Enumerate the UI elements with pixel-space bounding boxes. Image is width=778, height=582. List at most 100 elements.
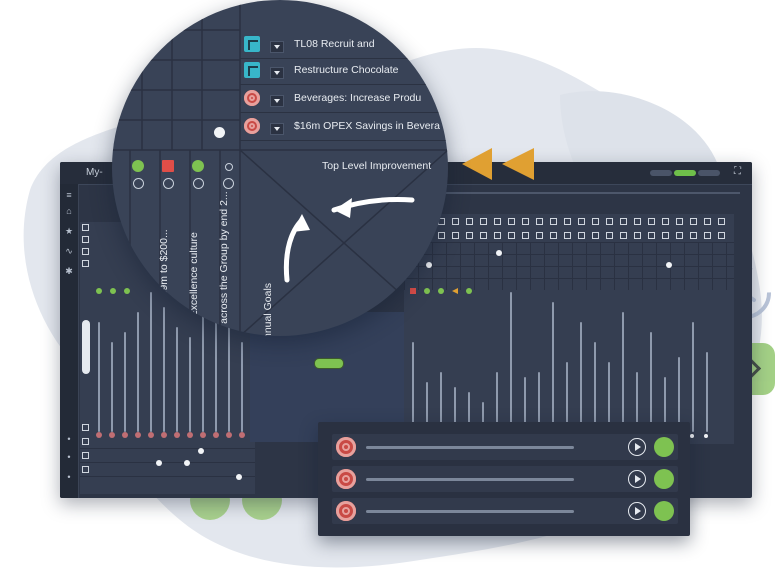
top-level-improvement-label: Top Level Improvement [322,160,432,172]
sidebar-dot-icon[interactable]: • [64,452,74,462]
chevron-up-icon[interactable] [133,178,144,189]
column-checkbox[interactable] [690,232,697,239]
menu-icon[interactable]: ≡ [64,190,74,200]
dropdown-caret-icon[interactable] [270,123,284,135]
target-icon [244,90,260,106]
play-icon[interactable] [628,438,646,456]
column-checkbox[interactable] [676,218,683,225]
column-checkbox[interactable] [480,232,487,239]
column-checkbox[interactable] [508,232,515,239]
sidebar-dot-icon[interactable]: • [64,434,74,444]
dropdown-caret-icon[interactable] [270,41,284,53]
trend-icon[interactable]: ∿ [64,246,74,256]
grid-line [614,242,615,290]
view-toggle-right[interactable] [698,170,720,176]
goal-row[interactable]: Restructure Chocolate [240,58,448,85]
drag-handle[interactable] [314,358,344,369]
column-checkbox[interactable] [452,218,459,225]
column-checkbox[interactable] [536,232,543,239]
dropdown-caret-icon[interactable] [270,95,284,107]
marker-dot [236,474,242,480]
row-checkbox[interactable] [82,452,89,459]
progress-line [366,446,574,449]
column-checkbox[interactable] [592,218,599,225]
dropdown-caret-icon[interactable] [270,67,284,79]
grid-line [80,462,255,463]
row-checkbox[interactable] [82,438,89,445]
column-checkbox[interactable] [606,218,613,225]
column-checkbox[interactable] [718,218,725,225]
sidebar-dot-icon[interactable]: • [64,472,74,482]
play-icon[interactable] [628,470,646,488]
status-dot [192,160,204,172]
row-checkbox[interactable] [82,424,89,431]
level-dot [135,432,141,438]
fullscreen-icon[interactable]: ⛶ [734,166,741,177]
column-checkbox[interactable] [704,232,711,239]
column-checkbox[interactable] [578,232,585,239]
column-checkbox[interactable] [452,232,459,239]
popup-row[interactable] [332,434,678,460]
status-dot [466,288,472,294]
grid-line [572,242,573,290]
column-checkbox[interactable] [494,218,501,225]
settings-icon[interactable]: ✱ [64,266,74,276]
row-checkbox[interactable] [82,260,89,267]
column-checkbox[interactable] [466,232,473,239]
status-dot [654,501,674,521]
column-checkbox[interactable] [690,218,697,225]
column-checkbox[interactable] [522,232,529,239]
chevron-up-icon[interactable] [223,178,234,189]
column-checkbox[interactable] [620,232,627,239]
grid-line [558,242,559,290]
rewind-icon[interactable] [458,146,540,182]
column-checkbox[interactable] [718,232,725,239]
home-icon[interactable]: ⌂ [64,206,74,216]
window-tab[interactable]: My- [86,167,103,178]
column-checkbox[interactable] [592,232,599,239]
column-checkbox[interactable] [564,232,571,239]
column-checkbox[interactable] [466,218,473,225]
target-icon [244,118,260,134]
column-checkbox[interactable] [578,218,585,225]
column-checkbox[interactable] [494,232,501,239]
grid-line [502,242,503,290]
column-checkbox[interactable] [606,232,613,239]
chevron-up-icon[interactable] [163,178,174,189]
scroll-handle[interactable] [82,320,90,374]
column-checkbox[interactable] [508,218,515,225]
column-checkbox[interactable] [620,218,627,225]
column-checkbox[interactable] [522,218,529,225]
selection-dot[interactable] [214,127,225,138]
view-toggle-left[interactable] [650,170,672,176]
level-dot [96,432,102,438]
row-checkbox[interactable] [82,224,89,231]
status-dot [96,288,102,294]
status-square [162,160,174,172]
row-checkbox[interactable] [82,236,89,243]
column-checkbox[interactable] [536,218,543,225]
column-checkbox[interactable] [676,232,683,239]
goal-row[interactable]: Beverages: Increase Produ [240,86,448,113]
column-checkbox[interactable] [704,218,711,225]
column-checkbox[interactable] [648,232,655,239]
column-checkbox[interactable] [648,218,655,225]
column-checkbox[interactable] [550,218,557,225]
view-toggle-middle[interactable] [674,170,696,176]
column-checkbox[interactable] [634,232,641,239]
column-checkbox[interactable] [662,232,669,239]
column-checkbox[interactable] [550,232,557,239]
row-checkbox[interactable] [82,466,89,473]
goal-row[interactable]: TL08 Recruit and [240,32,448,59]
column-checkbox[interactable] [634,218,641,225]
chevron-up-icon[interactable] [193,178,204,189]
row-checkbox[interactable] [82,248,89,255]
column-checkbox[interactable] [564,218,571,225]
popup-row[interactable] [332,466,678,492]
popup-row[interactable] [332,498,678,524]
play-icon[interactable] [628,502,646,520]
goal-row[interactable]: $16m OPEX Savings in Bevera [240,114,448,141]
column-checkbox[interactable] [662,218,669,225]
column-checkbox[interactable] [480,218,487,225]
star-icon[interactable]: ★ [64,226,74,236]
